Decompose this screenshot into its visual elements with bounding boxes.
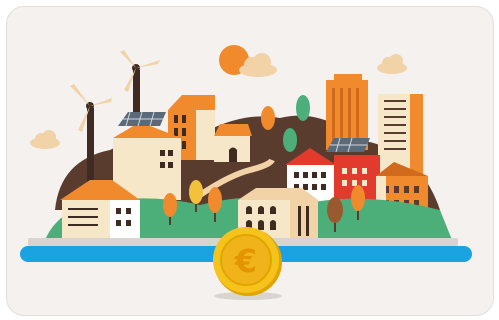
building [214, 124, 252, 162]
cloud-icon [377, 54, 407, 74]
solar-panel-icon [118, 111, 166, 127]
cloud-icon [30, 130, 60, 149]
illustration-stage: € [0, 0, 499, 320]
coin-symbol: € [234, 242, 257, 280]
city-illustration: € [20, 45, 472, 300]
